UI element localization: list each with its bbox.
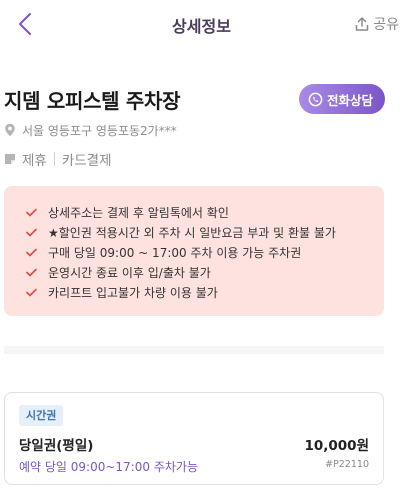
tag-partner: 제휴 — [22, 153, 47, 169]
tag-card-payment: 카드결제 — [61, 153, 112, 169]
check-icon — [26, 228, 48, 237]
title-row: 지뎀 오피스텔 주차장 전화상담 — [4, 84, 385, 114]
chevron-left-icon — [19, 13, 31, 35]
phone-icon — [308, 92, 323, 106]
ticket-type-badge: 시간권 — [19, 405, 64, 426]
location-pin-icon — [5, 123, 15, 137]
tag-icon — [5, 154, 15, 164]
check-icon — [26, 248, 48, 257]
ticket-price: 10,000원 — [304, 438, 369, 454]
address-row: 서울 영등포구 영등포동2가*** — [4, 121, 177, 139]
notice-item: 구매 당일 09:00 ~ 17:00 주차 이용 가능 주차권 — [26, 242, 384, 262]
notice-box: 상세주소는 결제 후 알림톡에서 확인 ★할인권 적용시간 외 주차 시 일반요… — [4, 186, 384, 316]
page-title: 상세정보 — [172, 17, 231, 36]
ticket-hours: 예약 당일 09:00~17:00 주차가능 — [19, 460, 198, 474]
phone-consult-button[interactable]: 전화상담 — [298, 84, 385, 114]
notice-text: 운영시간 종료 이후 입/출차 불가 — [48, 265, 211, 280]
address-text: 서울 영등포구 영등포동2가*** — [22, 123, 177, 138]
notice-item: 카리프트 입고불가 차량 이용 불가 — [26, 282, 384, 302]
share-upload-icon — [355, 17, 369, 31]
notice-item: 운영시간 종료 이후 입/출차 불가 — [26, 262, 384, 282]
ticket-code: #P22110 — [325, 459, 369, 470]
back-button[interactable] — [12, 10, 40, 38]
top-bar: 상세정보 공유 — [0, 0, 403, 50]
notice-text: 상세주소는 결제 후 알림톡에서 확인 — [48, 205, 229, 220]
share-label: 공유 — [373, 17, 399, 33]
parking-lot-name: 지뎀 오피스텔 주차장 — [4, 88, 181, 113]
check-icon — [26, 288, 48, 297]
phone-consult-label: 전화상담 — [326, 92, 373, 108]
notice-text: 구매 당일 09:00 ~ 17:00 주차 이용 가능 주차권 — [48, 245, 302, 260]
ticket-card[interactable]: 시간권 당일권(평일) 10,000원 예약 당일 09:00~17:00 주차… — [4, 392, 384, 485]
notice-item: ★할인권 적용시간 외 주차 시 일반요금 부과 및 환불 불가 — [26, 222, 384, 242]
tag-divider — [53, 152, 55, 166]
check-icon — [26, 208, 48, 217]
share-button[interactable]: 공유 — [354, 12, 399, 36]
notice-text: ★할인권 적용시간 외 주차 시 일반요금 부과 및 환불 불가 — [48, 225, 336, 240]
notice-item: 상세주소는 결제 후 알림톡에서 확인 — [26, 202, 384, 222]
tag-row: 제휴 카드결제 — [4, 149, 112, 169]
ticket-name: 당일권(평일) — [19, 438, 94, 454]
section-divider — [4, 346, 384, 354]
check-icon — [26, 268, 48, 277]
notice-text: 카리프트 입고불가 차량 이용 불가 — [48, 285, 218, 300]
